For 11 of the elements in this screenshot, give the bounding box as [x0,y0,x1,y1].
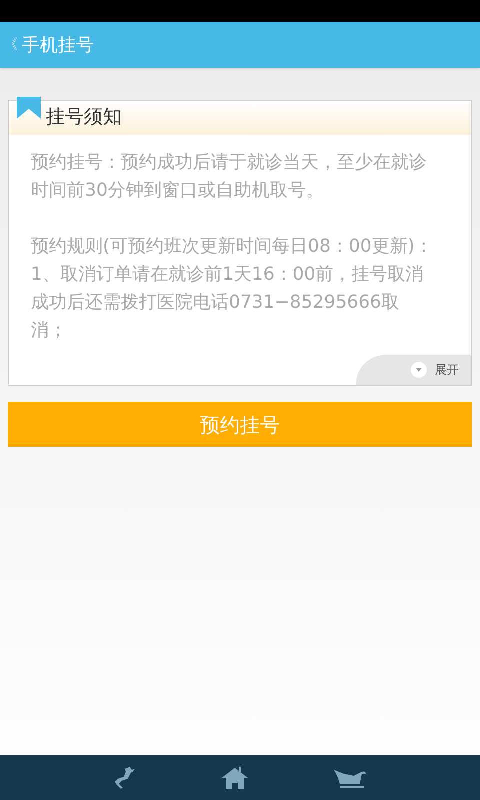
back-button[interactable]: 《 [4,34,18,56]
expand-button[interactable]: 展开 [356,355,471,385]
page-title: 手机挂号 [22,34,94,58]
notice-text: 1、取消订单请在就诊前1天16：00前，挂号取消成功后还需拨打医院电话0731−85295666取消； [31,263,425,343]
bookmark-icon [17,97,41,119]
notice-title: 挂号须知 [46,104,122,130]
notice-text: 预约规则(可预约班次更新时间每日08：00更新)： [31,235,434,259]
house-icon[interactable] [220,764,249,790]
chevron-down-icon [411,362,427,378]
notice-text: 预约挂号：预约成功后请于就诊当天，至少在就诊时间前30分钟到窗口或自助机取号。 [31,151,428,203]
book-appointment-button[interactable]: 预约挂号 [8,402,472,447]
